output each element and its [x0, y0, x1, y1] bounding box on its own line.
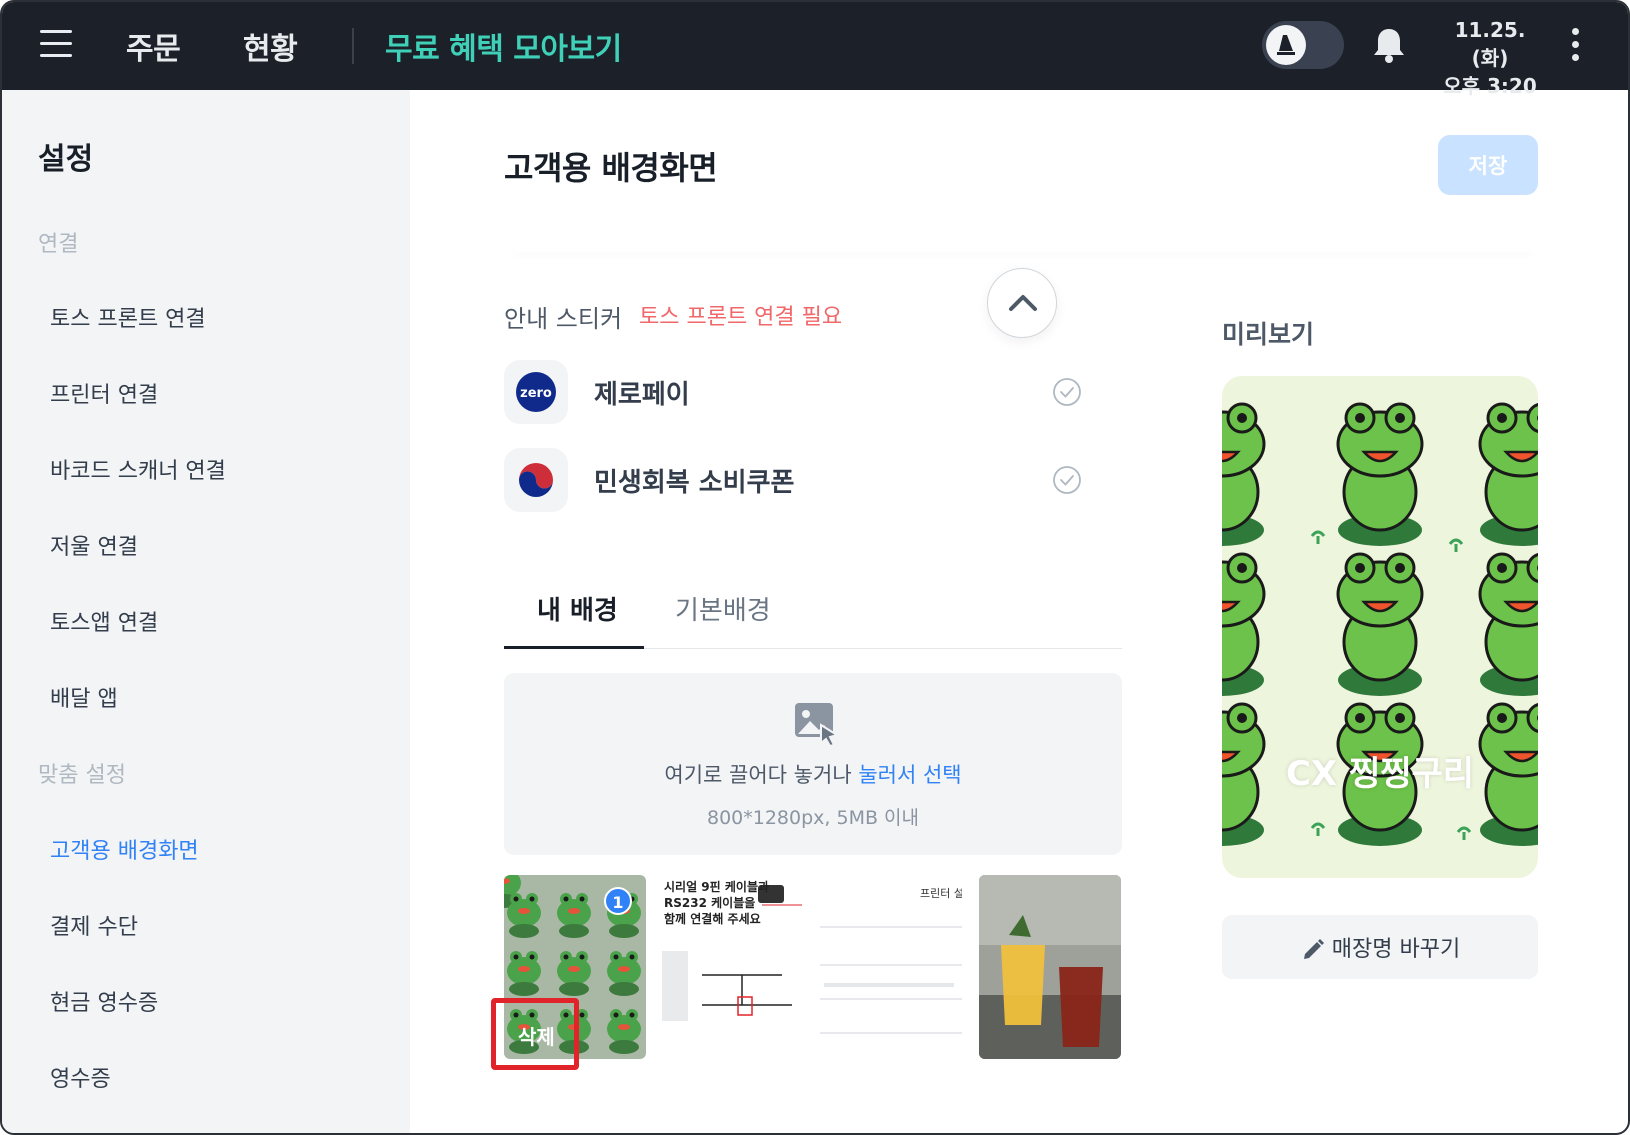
selected-badge: 1 — [604, 887, 632, 915]
thumbnail-printer-guide[interactable]: 프린터 설 — [820, 875, 962, 1059]
sidebar-title: 설정 — [38, 142, 94, 177]
printer-guide-image — [820, 926, 962, 1034]
sidebar-item-payment[interactable]: 결제 수단 — [50, 909, 138, 941]
nav-divider — [352, 28, 354, 64]
sticker-option-zeropay[interactable]: zero 제로페이 — [504, 360, 1084, 424]
sidebar-item-customer-wallpaper[interactable]: 고객용 배경화면 — [50, 833, 199, 865]
nav-orders[interactable]: 주문 — [126, 24, 181, 68]
sticker-label: 안내 스티커 — [504, 305, 623, 333]
app-window: 주문 현황 무료 혜택 모아보기 11.25. (화) 오후 3:20 설정 연… — [0, 0, 1630, 1135]
printer-guide-title: 프린터 설 — [920, 887, 962, 900]
sidebar: 설정 연결 토스 프론트 연결 프린터 연결 바코드 스캐너 연결 저울 연결 … — [2, 90, 410, 1133]
dropzone-text: 여기로 끌어다 놓거나 눌러서 선택 — [504, 759, 1122, 789]
preview-image: CX 찡찡구리 — [1222, 376, 1538, 878]
sticker-option-coupon[interactable]: 민생회복 소비쿠폰 — [504, 448, 1084, 512]
sidebar-section-custom: 맞춤 설정 — [38, 763, 126, 788]
frog-wallpaper — [1222, 402, 1538, 848]
top-bar: 주문 현황 무료 혜택 모아보기 11.25. (화) 오후 3:20 — [2, 2, 1628, 98]
sidebar-item-barcode[interactable]: 바코드 스캐너 연결 — [50, 453, 226, 485]
toggle-knob — [1266, 25, 1306, 65]
save-button[interactable]: 저장 — [1438, 135, 1538, 195]
date-time: 11.25. (화) 오후 3:20 — [1440, 16, 1540, 100]
rename-store-label: 매장명 바꾸기 — [1331, 937, 1461, 962]
store-name-caption: CX 찡찡구리 — [1285, 754, 1475, 794]
tab-default-background[interactable]: 기본배경 — [675, 590, 771, 627]
nav-free-benefits[interactable]: 무료 혜택 모아보기 — [385, 24, 622, 68]
thumbnail-drinks[interactable] — [979, 875, 1121, 1059]
zeropay-logo: zero — [504, 360, 568, 424]
zeropay-logo-text: zero — [520, 386, 552, 401]
sticker-option-label: 민생회복 소비쿠폰 — [594, 468, 795, 498]
chevron-up-icon — [1009, 295, 1037, 311]
tab-my-background[interactable]: 내 배경 — [537, 590, 618, 627]
cable-guide-line: 함께 연결해 주세요 — [664, 912, 761, 926]
rename-store-button[interactable]: 매장명 바꾸기 — [1222, 915, 1538, 979]
date-text: 11.25. (화) — [1454, 18, 1526, 70]
sticker-option-label: 제로페이 — [594, 380, 690, 410]
bell-icon[interactable] — [1371, 26, 1407, 64]
pencil-icon — [1303, 939, 1324, 959]
check-circle-icon[interactable] — [1052, 377, 1082, 407]
image-upload-icon — [795, 703, 840, 747]
sidebar-item-cash-receipt[interactable]: 현금 영수증 — [50, 985, 158, 1017]
sticker-warning: 토스 프론트 연결 필요 — [639, 305, 843, 330]
sidebar-item-receipt[interactable]: 영수증 — [50, 1061, 111, 1093]
menu-icon[interactable] — [40, 30, 72, 58]
sidebar-section-connect: 연결 — [38, 232, 79, 257]
select-file-link[interactable]: 눌러서 선택 — [858, 763, 961, 787]
delete-highlight — [491, 998, 579, 1070]
cable-guide-line: 시리얼 9핀 케이블과 — [664, 880, 770, 894]
more-icon[interactable] — [1572, 28, 1580, 62]
sidebar-item-toss-front[interactable]: 토스 프론트 연결 — [50, 301, 206, 333]
sidebar-item-delivery[interactable]: 배달 앱 — [50, 681, 118, 713]
cable-guide-line: RS232 케이블을 — [664, 896, 756, 910]
cable-guide-text: 시리얼 9핀 케이블과 RS232 케이블을 함께 연결해 주세요 — [664, 879, 769, 927]
tab-active-indicator — [504, 646, 644, 649]
time-text: 오후 3:20 — [1443, 74, 1537, 98]
sidebar-item-toss-app[interactable]: 토스앱 연결 — [50, 605, 158, 637]
taegeuk-logo — [504, 448, 568, 512]
page-title: 고객용 배경화면 — [504, 149, 718, 187]
check-circle-icon[interactable] — [1052, 465, 1082, 495]
nav-status[interactable]: 현황 — [243, 24, 298, 68]
mode-toggle[interactable] — [1262, 21, 1344, 69]
dropzone-size-limit: 800*1280px, 5MB 이내 — [706, 807, 920, 829]
lamp-icon — [1277, 35, 1295, 55]
dropzone-instruction: 여기로 끌어다 놓거나 — [664, 763, 859, 787]
sidebar-item-scale[interactable]: 저울 연결 — [50, 529, 138, 561]
sidebar-item-printer[interactable]: 프린터 연결 — [50, 377, 158, 409]
section-divider — [510, 242, 1536, 252]
preview-label: 미리보기 — [1222, 320, 1315, 349]
drinks-photo — [979, 875, 1121, 1059]
collapse-button[interactable] — [987, 268, 1057, 338]
upload-dropzone[interactable]: 여기로 끌어다 놓거나 눌러서 선택 800*1280px, 5MB 이내 — [504, 673, 1122, 855]
thumbnail-cable-guide[interactable]: 시리얼 9핀 케이블과 RS232 케이블을 함께 연결해 주세요 — [662, 875, 804, 1059]
